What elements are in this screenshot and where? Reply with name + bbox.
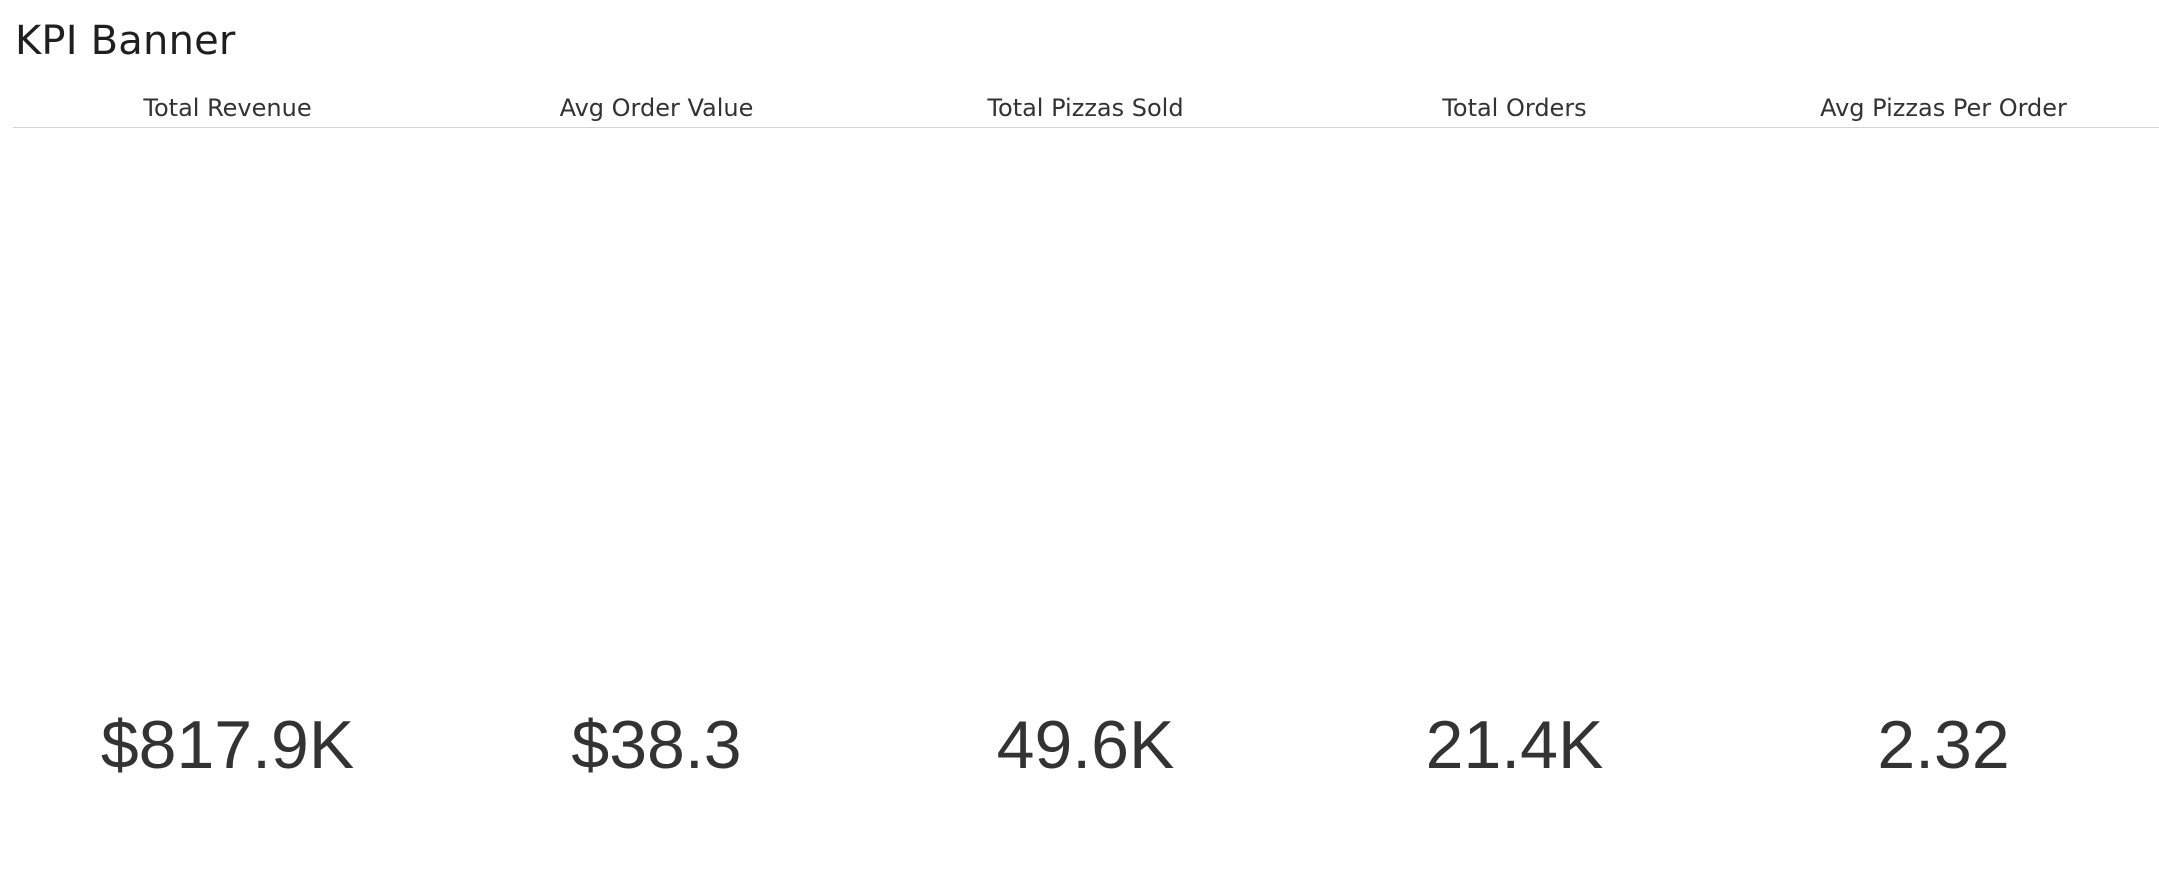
kpi-value-row: $817.9K $38.3 49.6K 21.4K 2.32 — [13, 700, 2159, 790]
kpi-value-avg-pizzas-per-order[interactable]: 2.32 — [1729, 700, 2158, 790]
kpi-label-total-orders: Total Orders — [1442, 94, 1587, 122]
kpi-label-avg-pizzas-per-order: Avg Pizzas Per Order — [1820, 94, 2067, 122]
kpi-label-total-revenue: Total Revenue — [143, 94, 312, 122]
kpi-value-total-pizzas-sold[interactable]: 49.6K — [871, 700, 1300, 790]
kpi-label-avg-order-value: Avg Order Value — [559, 94, 754, 122]
kpi-value-total-orders[interactable]: 21.4K — [1300, 700, 1729, 790]
page-title: KPI Banner — [15, 18, 236, 64]
kpi-label-total-pizzas-sold: Total Pizzas Sold — [987, 94, 1184, 122]
kpi-value-avg-order-value[interactable]: $38.3 — [442, 700, 871, 790]
kpi-value-total-revenue[interactable]: $817.9K — [13, 700, 442, 790]
kpi-header-row: Total Revenue Avg Order Value Total Pizz… — [13, 90, 2159, 128]
